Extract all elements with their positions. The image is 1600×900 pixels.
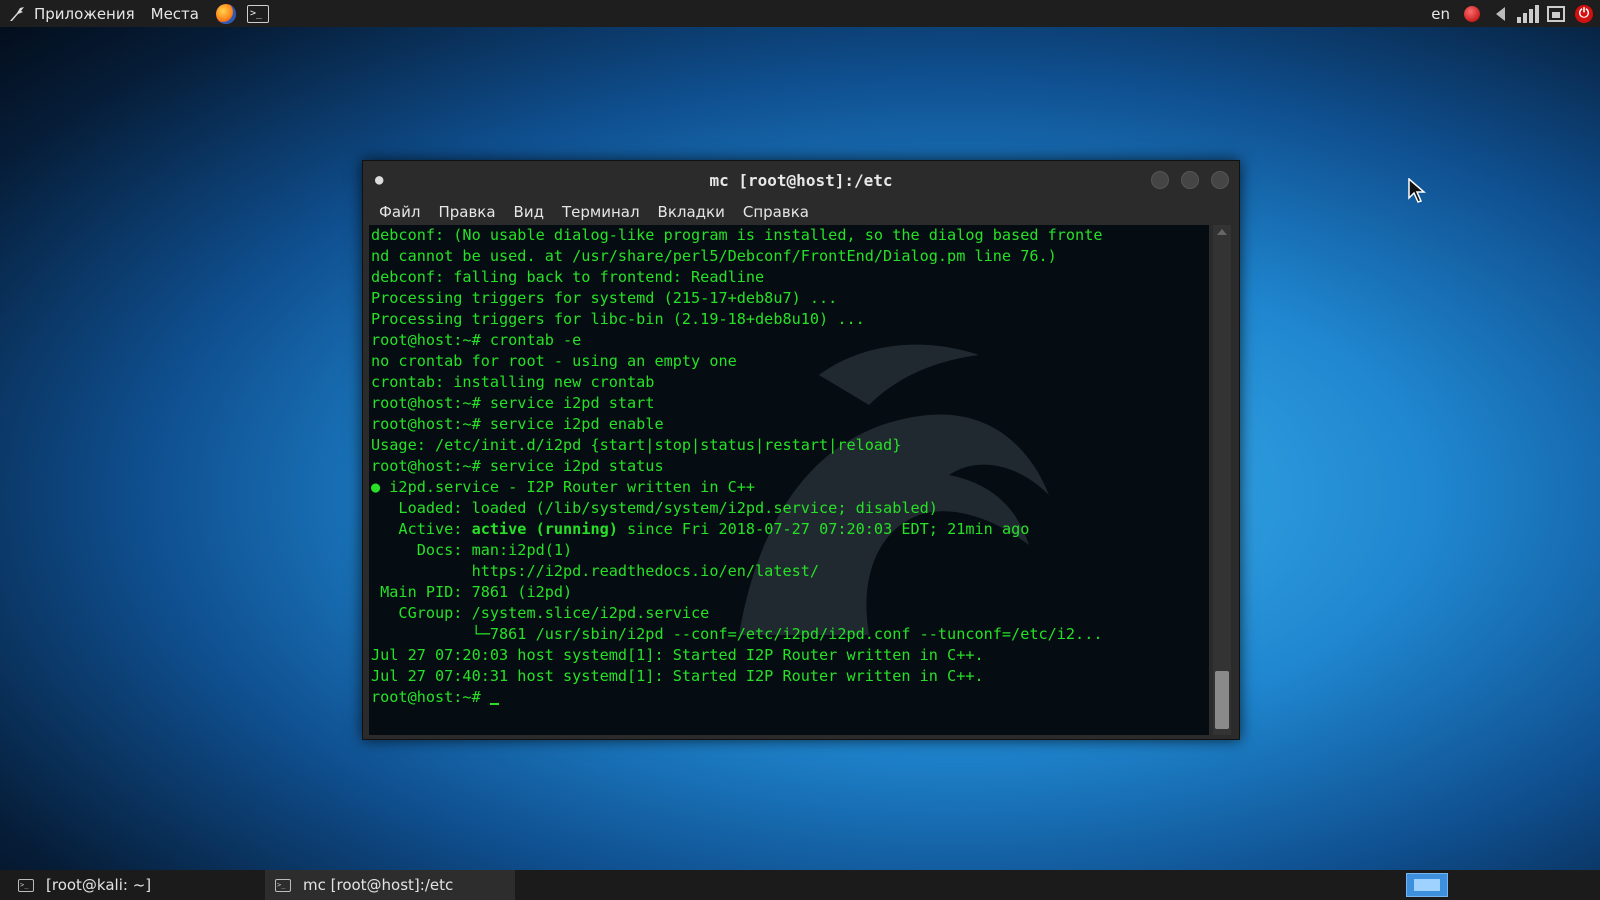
terminal-line: Docs: man:i2pd(1)	[371, 541, 573, 559]
terminal-line: Jul 27 07:40:31 host systemd[1]: Started…	[371, 667, 984, 685]
terminal-line: debconf: falling back to frontend: Readl…	[371, 268, 765, 286]
terminal-line: no crontab for root - using an empty one	[371, 352, 737, 370]
volume-icon[interactable]	[1490, 4, 1510, 24]
minimize-button[interactable]	[1151, 171, 1169, 189]
terminal-icon: >_	[275, 878, 291, 892]
active-state: active (running)	[471, 520, 618, 538]
scrollbar-thumb[interactable]	[1215, 671, 1229, 729]
taskbar-item-label: [root@kali: ~]	[46, 876, 152, 894]
terminal-line-active: Active: active (running) since Fri 2018-…	[371, 519, 1209, 540]
taskbar-item-kali-terminal[interactable]: >_ [root@kali: ~]	[0, 870, 265, 900]
terminal-icon: >_	[247, 4, 269, 23]
terminal-line: root@host:~# crontab -e	[371, 331, 582, 349]
terminal-line: Jul 27 07:20:03 host systemd[1]: Started…	[371, 646, 984, 664]
menu-help[interactable]: Справка	[734, 203, 818, 221]
window-title: mc [root@host]:/etc	[709, 170, 893, 190]
terminal-line: https://i2pd.readthedocs.io/en/latest/	[371, 562, 820, 580]
kali-dragon-icon	[8, 5, 26, 23]
workspace-switcher[interactable]	[1406, 873, 1448, 897]
red-status-icon[interactable]	[1462, 4, 1482, 24]
terminal-line: debconf: (No usable dialog-like program …	[371, 226, 1103, 244]
terminal-line: Usage: /etc/init.d/i2pd {start|stop|stat…	[371, 436, 902, 454]
bottom-taskbar: >_ [root@kali: ~] >_ mc [root@host]:/etc	[0, 870, 1600, 900]
menu-file[interactable]: Файл	[363, 203, 429, 221]
terminal-line: root@host:~# service i2pd start	[371, 394, 655, 412]
menu-tabs[interactable]: Вкладки	[649, 203, 734, 221]
terminal-line: Processing triggers for libc-bin (2.19-1…	[371, 310, 865, 328]
menu-edit[interactable]: Правка	[429, 203, 504, 221]
mouse-pointer-icon	[1408, 178, 1426, 203]
window-titlebar[interactable]: ● mc [root@host]:/etc	[363, 161, 1239, 199]
network-signal-icon[interactable]	[1517, 4, 1539, 24]
menu-terminal[interactable]: Терминал	[553, 203, 649, 221]
terminal-launcher[interactable]: >_	[247, 3, 269, 25]
maximize-button[interactable]	[1181, 171, 1199, 189]
terminal-line: crontab: installing new crontab	[371, 373, 655, 391]
active-since: since Fri 2018-07-27 07:20:03 EDT; 21min…	[617, 520, 1030, 538]
terminal-icon: >_	[18, 878, 34, 892]
terminal-line: nd cannot be used. at /usr/share/perl5/D…	[371, 247, 1057, 265]
places-label: Места	[150, 4, 199, 23]
terminal-line: ● i2pd.service - I2P Router written in C…	[371, 478, 756, 496]
scroll-up-arrow-icon[interactable]	[1217, 229, 1227, 235]
places-menu[interactable]: Места	[143, 0, 207, 27]
terminal-menubar: Файл Правка Вид Терминал Вкладки Справка	[363, 199, 1239, 225]
prompt: root@host:~#	[371, 688, 490, 706]
terminal-output[interactable]: debconf: (No usable dialog-like program …	[369, 225, 1209, 735]
terminal-line: Main PID: 7861 (i2pd)	[371, 583, 573, 601]
close-button[interactable]	[1211, 171, 1229, 189]
active-label: Active:	[371, 520, 472, 538]
firefox-icon	[216, 3, 236, 24]
system-tray: en ⏻	[1431, 0, 1594, 27]
terminal-scrollbar[interactable]	[1213, 225, 1231, 735]
battery-icon[interactable]	[1546, 4, 1566, 24]
applications-label: Приложения	[34, 4, 135, 23]
taskbar-item-mc-etc[interactable]: >_ mc [root@host]:/etc	[265, 870, 515, 900]
taskbar-item-label: mc [root@host]:/etc	[303, 876, 454, 894]
terminal-prompt-line[interactable]: root@host:~#	[371, 687, 1209, 708]
terminal-line: CGroup: /system.slice/i2pd.service	[371, 604, 710, 622]
terminal-window: ● mc [root@host]:/etc Файл Правка Вид Те…	[362, 160, 1240, 740]
text-cursor	[489, 703, 499, 705]
terminal-line: Processing triggers for systemd (215-17+…	[371, 289, 838, 307]
applications-menu[interactable]: Приложения	[0, 0, 143, 27]
top-panel: Приложения Места >_ en ⏻	[0, 0, 1600, 27]
terminal-line: root@host:~# service i2pd status	[371, 457, 664, 475]
power-icon[interactable]: ⏻	[1574, 4, 1594, 24]
terminal-line: Loaded: loaded (/lib/systemd/system/i2pd…	[371, 499, 938, 517]
firefox-launcher[interactable]	[215, 3, 237, 25]
window-menu-icon[interactable]: ●	[375, 172, 383, 188]
keyboard-layout-indicator[interactable]: en	[1431, 5, 1450, 23]
terminal-line: root@host:~# service i2pd enable	[371, 415, 664, 433]
menu-view[interactable]: Вид	[505, 203, 553, 221]
terminal-line: └─7861 /usr/sbin/i2pd --conf=/etc/i2pd/i…	[371, 625, 1103, 643]
